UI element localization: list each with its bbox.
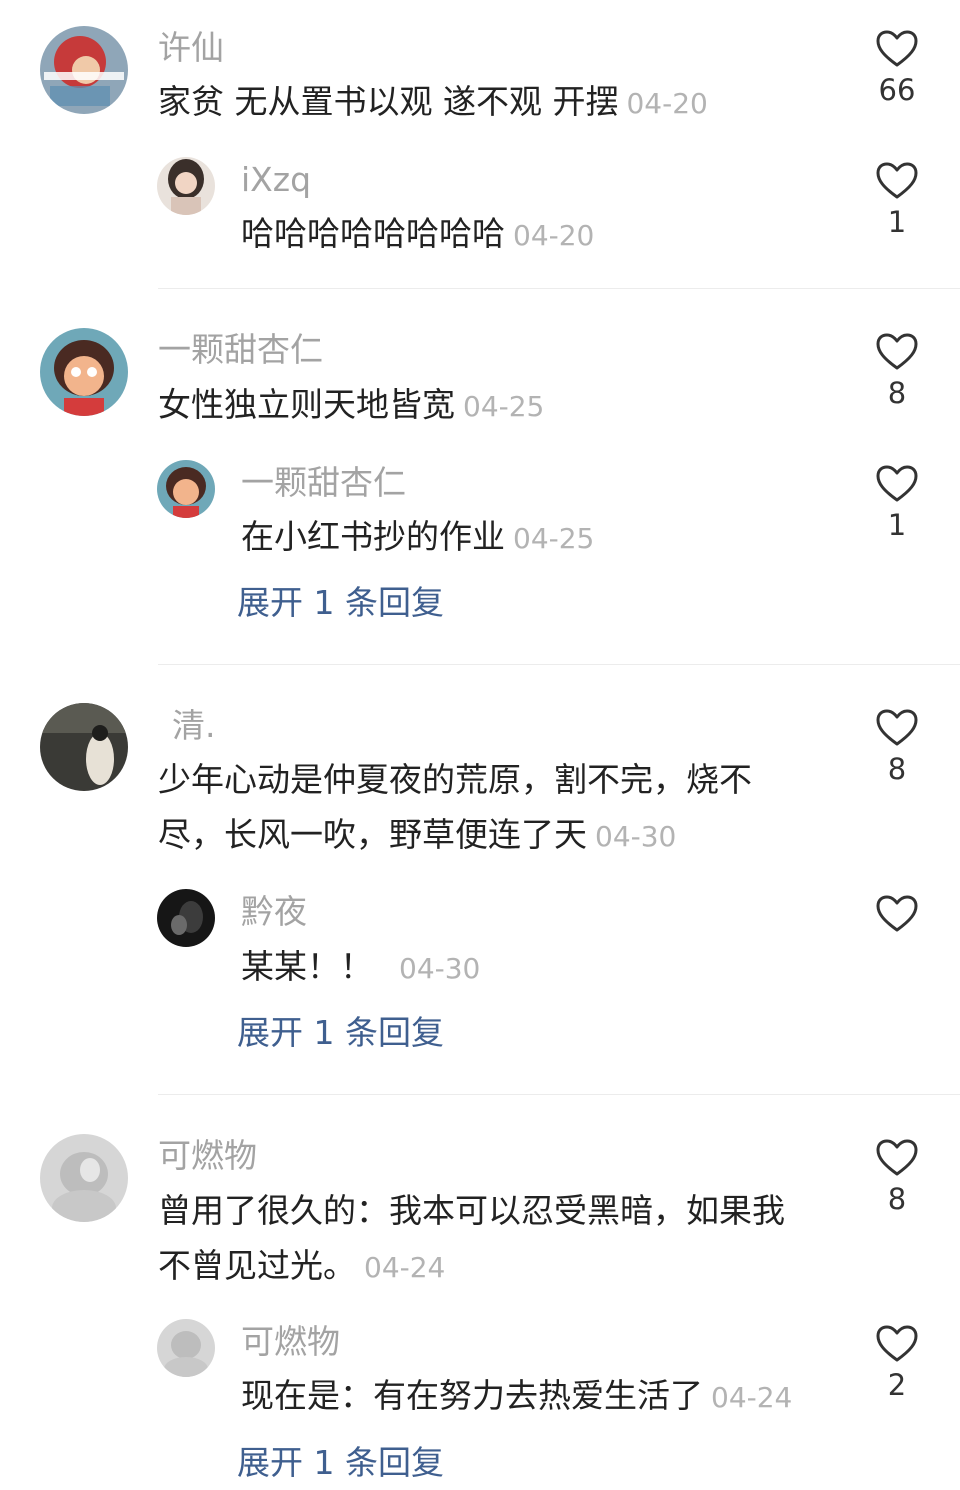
heart-icon [876, 465, 918, 502]
reply-text: 某某！！ 04-30 [241, 947, 481, 986]
avatar[interactable] [157, 889, 215, 947]
heart-icon [876, 895, 918, 932]
like-count: 1 [887, 205, 907, 239]
divider [158, 288, 960, 289]
like-count: 1 [887, 508, 907, 542]
reply-text: 在小红书抄的作业 04-25 [241, 517, 595, 556]
like-button[interactable]: 1 [872, 162, 922, 240]
username[interactable]: iXzq [241, 160, 311, 200]
username[interactable]: 可燃物 [158, 1136, 257, 1176]
like-button[interactable]: 8 [872, 709, 922, 787]
comment-date: 04-24 [364, 1251, 446, 1284]
username[interactable]: 许仙 [158, 28, 224, 68]
comment-text: 少年心动是仲夏夜的荒原，割不完，烧不 尽，长风一吹，野草便连了天 04-30 [158, 760, 752, 854]
like-button[interactable]: 66 [872, 30, 922, 108]
like-button[interactable] [872, 895, 922, 933]
like-count: 8 [887, 1182, 907, 1216]
heart-icon [876, 333, 918, 370]
comment-date: 04-30 [595, 820, 677, 853]
avatar[interactable] [40, 328, 128, 416]
comment-date: 04-25 [513, 522, 595, 555]
heart-icon [876, 1325, 918, 1362]
heart-icon [876, 162, 918, 199]
like-button[interactable]: 8 [872, 333, 922, 411]
username[interactable]: 黔夜 [241, 892, 307, 932]
reply-text: 哈哈哈哈哈哈哈哈 04-20 [241, 214, 595, 253]
username[interactable]: 一颗甜杏仁 [158, 330, 323, 370]
username[interactable]: 一颗甜杏仁 [241, 463, 406, 503]
comment-date: 04-20 [513, 219, 595, 252]
like-count: 8 [887, 376, 907, 410]
reply-text: 现在是：有在努力去热爱生活了 04-24 [241, 1376, 793, 1415]
comment-date: 04-25 [463, 390, 545, 423]
comment-text: 曾用了很久的：我本可以忍受黑暗，如果我 不曾见过光。 04-24 [158, 1191, 785, 1285]
avatar[interactable] [40, 703, 128, 791]
expand-replies-link[interactable]: 展开 1 条回复 [237, 1013, 444, 1053]
divider [158, 664, 960, 665]
avatar[interactable] [40, 26, 128, 114]
like-count: 2 [887, 1368, 907, 1402]
like-button[interactable]: 2 [872, 1325, 922, 1403]
like-count: 8 [887, 752, 907, 786]
avatar[interactable] [157, 460, 215, 518]
avatar[interactable] [157, 157, 215, 215]
heart-icon [876, 709, 918, 746]
like-count: 66 [878, 73, 916, 107]
avatar[interactable] [157, 1319, 215, 1377]
expand-replies-link[interactable]: 展开 1 条回复 [237, 1443, 444, 1483]
heart-icon [876, 30, 918, 67]
heart-icon [876, 1139, 918, 1176]
comment-date: 04-24 [711, 1381, 793, 1414]
avatar[interactable] [40, 1134, 128, 1222]
comment-text: 家贫 无从置书以观 遂不观 开摆 04-20 [158, 82, 708, 121]
divider [158, 1094, 960, 1095]
comment-text: 女性独立则天地皆宽 04-25 [158, 385, 545, 424]
like-button[interactable]: 1 [872, 465, 922, 543]
username[interactable]: 清. [172, 706, 216, 746]
username[interactable]: 可燃物 [241, 1322, 340, 1362]
like-button[interactable]: 8 [872, 1139, 922, 1217]
comment-date: 04-20 [626, 87, 708, 120]
expand-replies-link[interactable]: 展开 1 条回复 [237, 583, 444, 623]
comment-date: 04-30 [399, 952, 481, 985]
